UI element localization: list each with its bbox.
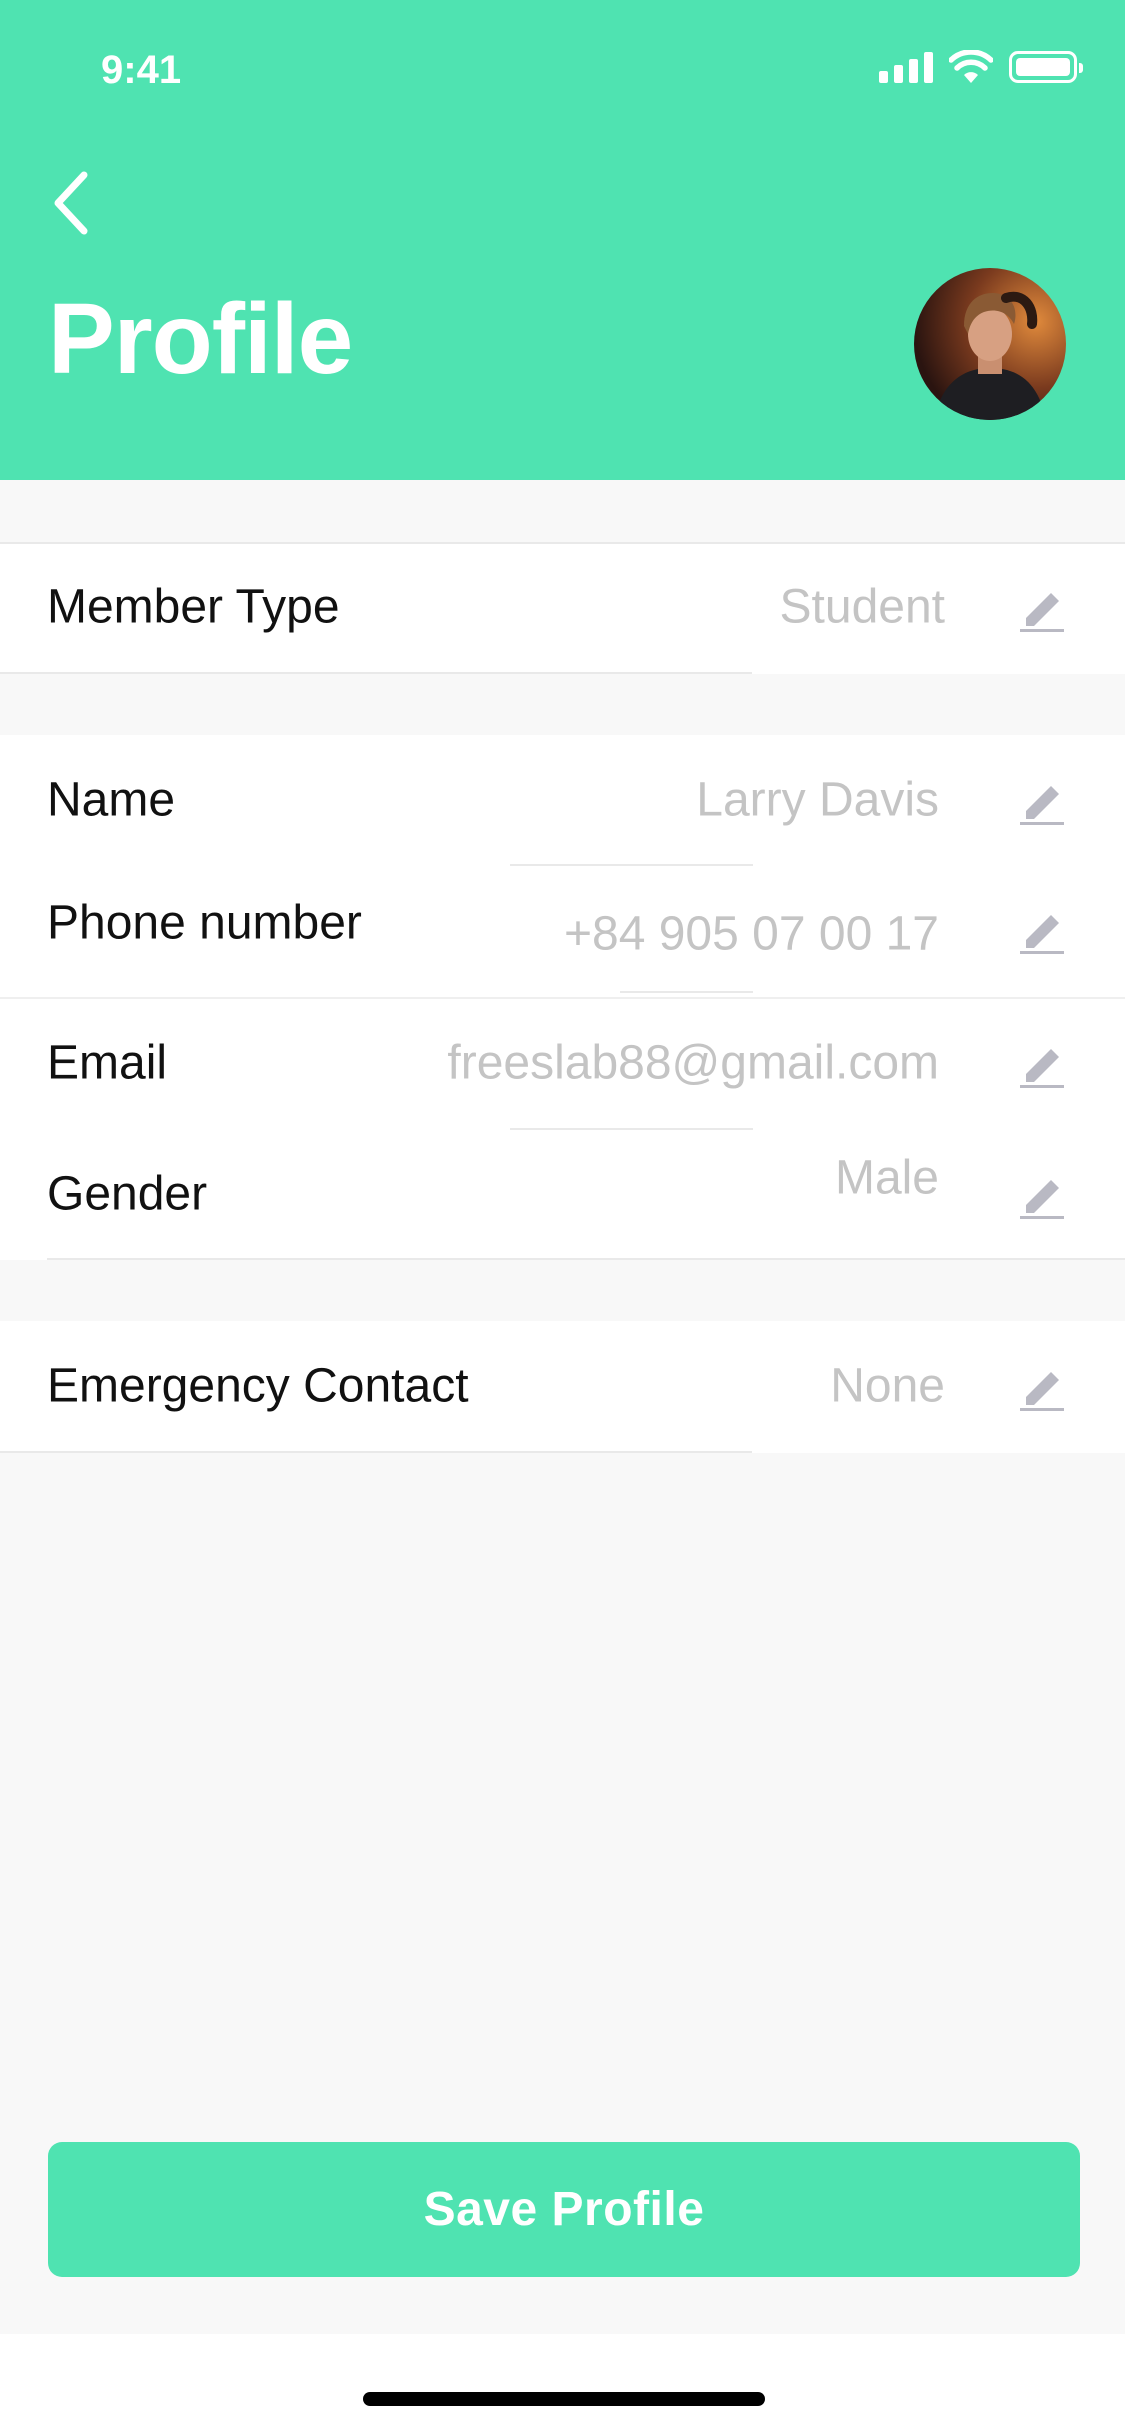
status-icons [879, 50, 1083, 84]
member-type-row[interactable]: Member Type Student [0, 542, 1125, 672]
email-value: freeslab88@gmail.com [447, 1036, 939, 1090]
status-time: 9:41 [101, 48, 182, 92]
email-row[interactable]: Email freeslab88@gmail.com [0, 998, 1125, 1128]
wifi-icon [949, 50, 993, 83]
edit-name-button[interactable] [1015, 774, 1067, 826]
battery-icon [1009, 51, 1083, 83]
member-type-label: Member Type [47, 580, 340, 634]
avatar[interactable] [914, 268, 1066, 420]
gender-value: Male [834, 1151, 939, 1205]
phone-row[interactable]: Phone number +84 905 07 00 17 [0, 865, 1125, 992]
gender-row[interactable]: Gender Male [0, 1129, 1125, 1259]
home-indicator[interactable] [363, 2392, 765, 2406]
name-value: Larry Davis [696, 773, 939, 827]
edit-email-button[interactable] [1015, 1037, 1067, 1089]
save-profile-button[interactable]: Save Profile [48, 2142, 1080, 2277]
pencil-icon [1020, 1372, 1064, 1411]
back-button[interactable] [40, 165, 100, 240]
phone-label: Phone number [47, 896, 362, 950]
edit-phone-button[interactable] [1015, 903, 1067, 955]
pencil-icon [1020, 1180, 1064, 1219]
home-area [0, 2334, 1125, 2436]
email-label: Email [47, 1036, 168, 1090]
pencil-icon [1020, 593, 1064, 632]
name-row[interactable]: Name Larry Davis [0, 735, 1125, 865]
edit-gender-button[interactable] [1015, 1168, 1067, 1220]
cellular-signal-icon [879, 51, 933, 83]
emergency-contact-row[interactable]: Emergency Contact None [0, 1321, 1125, 1451]
chevron-left-icon [54, 171, 88, 234]
emergency-section: Emergency Contact None [0, 1321, 1125, 1453]
header: 9:41 Profile [0, 0, 1125, 480]
emergency-contact-value: None [830, 1359, 945, 1413]
member-type-value: Student [779, 580, 945, 634]
pencil-icon [1020, 1049, 1064, 1088]
gender-label: Gender [47, 1167, 208, 1221]
profile-screen: 9:41 Profile Member Type Student Name La… [0, 0, 1125, 2436]
phone-value: +84 905 07 00 17 [563, 907, 939, 961]
edit-emergency-contact-button[interactable] [1015, 1360, 1067, 1412]
page-title: Profile [48, 283, 353, 395]
name-label: Name [47, 773, 176, 827]
emergency-contact-label: Emergency Contact [47, 1359, 469, 1413]
pencil-icon [1020, 914, 1064, 954]
edit-member-type-button[interactable] [1015, 581, 1067, 633]
pencil-icon [1020, 786, 1064, 825]
personal-info-section: Name Larry Davis Phone number +84 905 07… [0, 735, 1125, 1260]
member-type-section: Member Type Student [0, 542, 1125, 674]
